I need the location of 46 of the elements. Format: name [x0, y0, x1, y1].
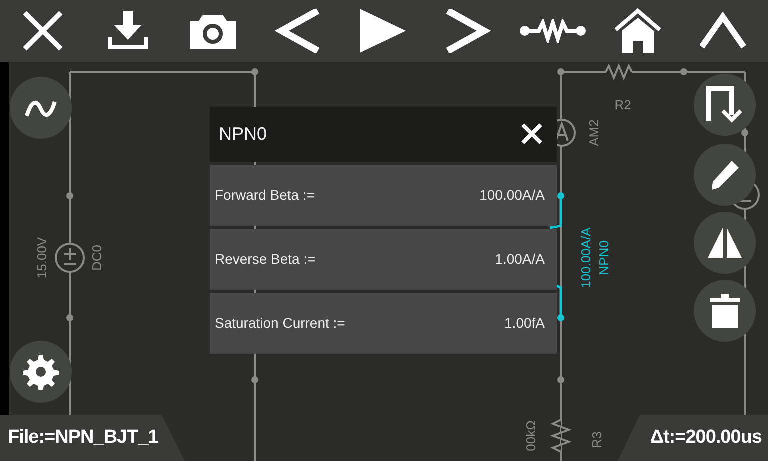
close-icon [22, 10, 64, 52]
component-label: R3 [589, 432, 604, 448]
parameter-label: Reverse Beta := [215, 250, 316, 269]
junction-dot [742, 130, 748, 136]
parameter-value: 1.00fA [504, 314, 545, 333]
route-arrow-icon [706, 85, 744, 125]
mirror-icon [707, 226, 743, 260]
parameter-label: Saturation Current := [215, 314, 346, 333]
parameter-row[interactable]: Forward Beta := 100.00A/A [210, 165, 557, 226]
component-label: R2 [614, 97, 632, 112]
play-icon [360, 9, 406, 53]
junction-dot [66, 192, 74, 200]
junction-dot [558, 68, 564, 76]
junction-dot [66, 314, 74, 322]
close-button[interactable] [521, 122, 543, 146]
timestep-label: Δt:=200.00us [618, 415, 768, 461]
junction-dot [252, 68, 258, 76]
chevron-left-icon [274, 9, 322, 53]
parameter-row[interactable]: Saturation Current := 1.00fA [210, 293, 557, 354]
sine-wave-icon [24, 98, 58, 118]
junction-dot [558, 376, 564, 384]
junction-dot [252, 376, 258, 384]
settings-icon [23, 354, 59, 390]
component-label: 100.00A/A [578, 228, 594, 288]
chevron-right-icon [444, 9, 492, 53]
component-label: DC0 [89, 245, 104, 271]
close-icon [521, 123, 543, 146]
junction-dot [680, 68, 688, 76]
component-label: NPN0 [596, 240, 612, 276]
home-icon [612, 8, 662, 54]
dc-source-symbol [55, 243, 85, 273]
trash-icon [710, 294, 740, 328]
parameter-row[interactable]: Reverse Beta := 1.00A/A [210, 229, 557, 290]
parameter-label: Forward Beta := [215, 186, 315, 205]
component-label: 15.00V [34, 237, 50, 279]
component-label: 00kΩ [523, 420, 538, 452]
component-label: AM2 [586, 120, 602, 146]
parameter-value: 1.00A/A [495, 250, 545, 269]
dialog-title: NPN0 [219, 123, 268, 146]
resistor-symbol [550, 419, 572, 453]
resistor-icon [518, 19, 586, 43]
file-name-label: File:=NPN_BJT_1 [0, 415, 185, 461]
parameter-value: 100.00A/A [480, 186, 545, 205]
chevron-up-icon [700, 11, 746, 51]
download-icon [108, 11, 148, 51]
resistor-symbol [605, 63, 633, 81]
